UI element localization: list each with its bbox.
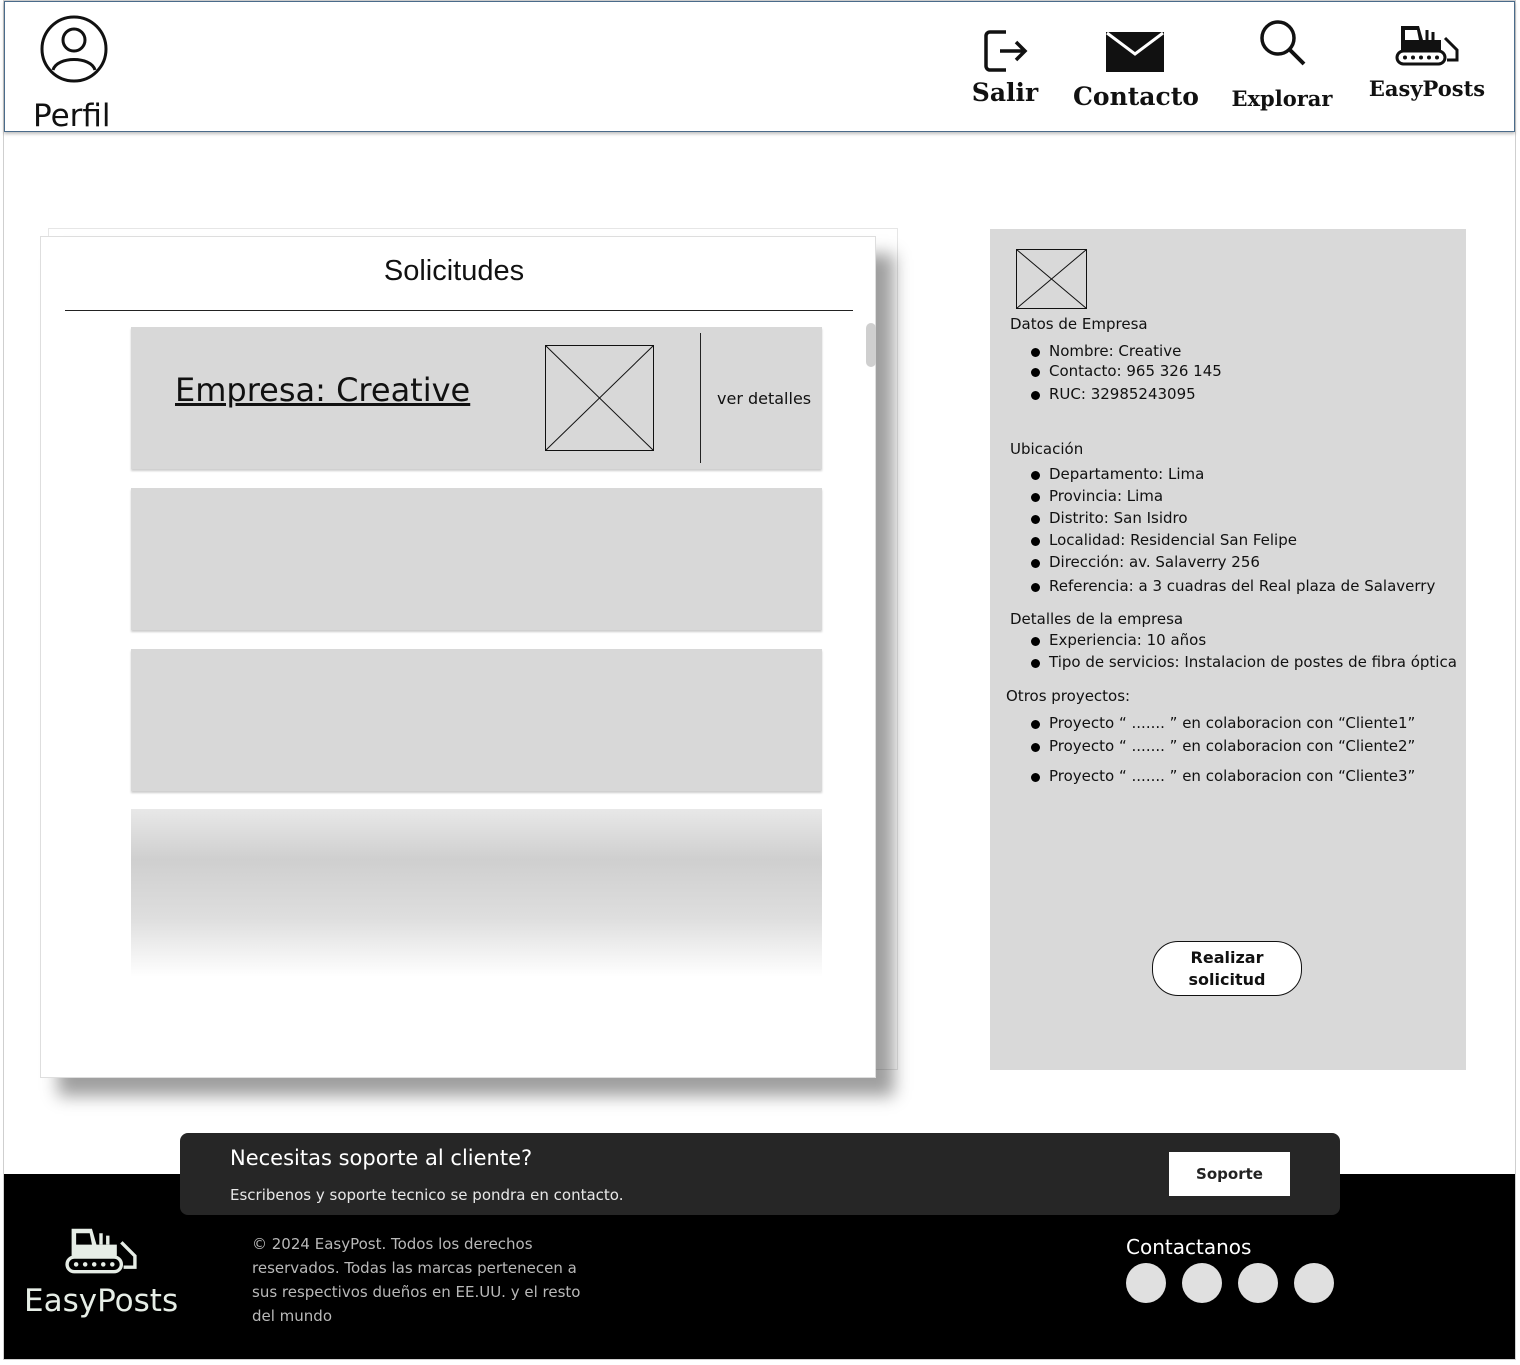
solicitud-card-empty[interactable] [131,649,822,791]
list-item: Proyecto “ ....... ” en colaboracion con… [1031,714,1415,737]
list-item: Distrito: San Isidro [1031,509,1435,531]
detalles-list: Experiencia: 10 años Tipo de servicios: … [1031,631,1457,675]
solicitud-card-title[interactable]: Empresa: Creative [175,371,470,409]
solicitudes-panel: Solicitudes Empresa: Creative ver detall… [40,236,876,1078]
datos-list: Nombre: Creative Contacto: 965 326 145 R… [1031,342,1222,405]
solicitudes-title: Solicitudes [383,255,525,287]
logout-icon [984,30,1028,72]
nav-explorar-label: Explorar [1231,86,1333,111]
solicitud-card[interactable]: Empresa: Creative ver detalles [131,327,822,469]
list-item: Proyecto “ ....... ” en colaboracion con… [1031,767,1415,789]
section-title-detalles: Detalles de la empresa [1010,610,1184,628]
support-subtitle: Escribenos y soporte tecnico se pondra e… [230,1186,624,1204]
button-label-line2: solicitud [1188,970,1266,989]
solicitud-card-empty[interactable] [131,809,822,977]
social-icon-1[interactable] [1126,1263,1166,1303]
profile-link[interactable]: Perfil [33,12,123,134]
list-item: Dirección: av. Salaverry 256 [1031,553,1435,577]
nav-explorar[interactable]: Explorar [1231,16,1333,111]
list-item: Contacto: 965 326 145 [1031,362,1222,385]
solicitudes-scrollbar[interactable] [866,323,876,367]
social-icon-3[interactable] [1238,1263,1278,1303]
empresa-info-panel: Datos de Empresa Nombre: Creative Contac… [990,229,1466,1070]
bulldozer-icon [1395,26,1459,66]
nav-contacto[interactable]: Contacto [1073,26,1199,111]
realizar-solicitud-button[interactable]: Realizar solicitud [1152,941,1302,996]
image-placeholder-icon [545,345,654,451]
list-item: Nombre: Creative [1031,342,1222,362]
ubicacion-list: Departamento: Lima Provincia: Lima Distr… [1031,465,1435,599]
solicitud-card-empty[interactable] [131,488,822,630]
nav-easyposts[interactable]: EasyPosts [1367,20,1487,101]
footer-brand: EasyPosts [24,1283,179,1319]
footer-copyright: © 2024 EasyPost. Todos los derechos rese… [252,1235,581,1325]
mail-icon [1106,31,1164,72]
user-avatar-icon [40,15,108,83]
support-title: Necesitas soporte al cliente? [230,1146,533,1170]
section-title-proyectos: Otros proyectos: [1006,687,1131,705]
ver-detalles-link[interactable]: ver detalles [717,389,811,408]
section-title-datos: Datos de Empresa [1010,315,1148,333]
list-item: RUC: 32985243095 [1031,385,1222,405]
support-banner: Necesitas soporte al cliente? Escribenos… [180,1133,1340,1215]
list-item: Referencia: a 3 cuadras del Real plaza d… [1031,577,1435,599]
button-label-line1: Realizar [1190,948,1264,967]
social-icon-4[interactable] [1294,1263,1334,1303]
card-separator [700,333,701,463]
list-item: Provincia: Lima [1031,487,1435,509]
bulldozer-icon [65,1228,137,1274]
section-title-ubicacion: Ubicación [1010,440,1084,458]
nav-salir-label: Salir [971,78,1039,107]
footer-contact-title: Contactanos [1126,1235,1252,1259]
solicitudes-divider [65,310,853,311]
top-header: Perfil Salir Contacto Explorar EasyPosts [4,1,1515,134]
proyectos-list: Proyecto “ ....... ” en colaboracion con… [1031,714,1415,789]
list-item: Tipo de servicios: Instalacion de postes… [1031,653,1457,675]
image-placeholder-icon [1016,249,1087,309]
list-item: Proyecto “ ....... ” en colaboracion con… [1031,737,1415,767]
list-item: Localidad: Residencial San Felipe [1031,531,1435,553]
profile-label: Perfil [33,98,111,134]
nav-contacto-label: Contacto [1073,82,1199,111]
social-icon-2[interactable] [1182,1263,1222,1303]
search-icon [1260,20,1306,66]
nav-salir[interactable]: Salir [967,26,1043,107]
nav-easyposts-label: EasyPosts [1368,76,1486,101]
support-button[interactable]: Soporte [1169,1152,1290,1196]
list-item: Experiencia: 10 años [1031,631,1457,653]
list-item: Departamento: Lima [1031,465,1435,487]
